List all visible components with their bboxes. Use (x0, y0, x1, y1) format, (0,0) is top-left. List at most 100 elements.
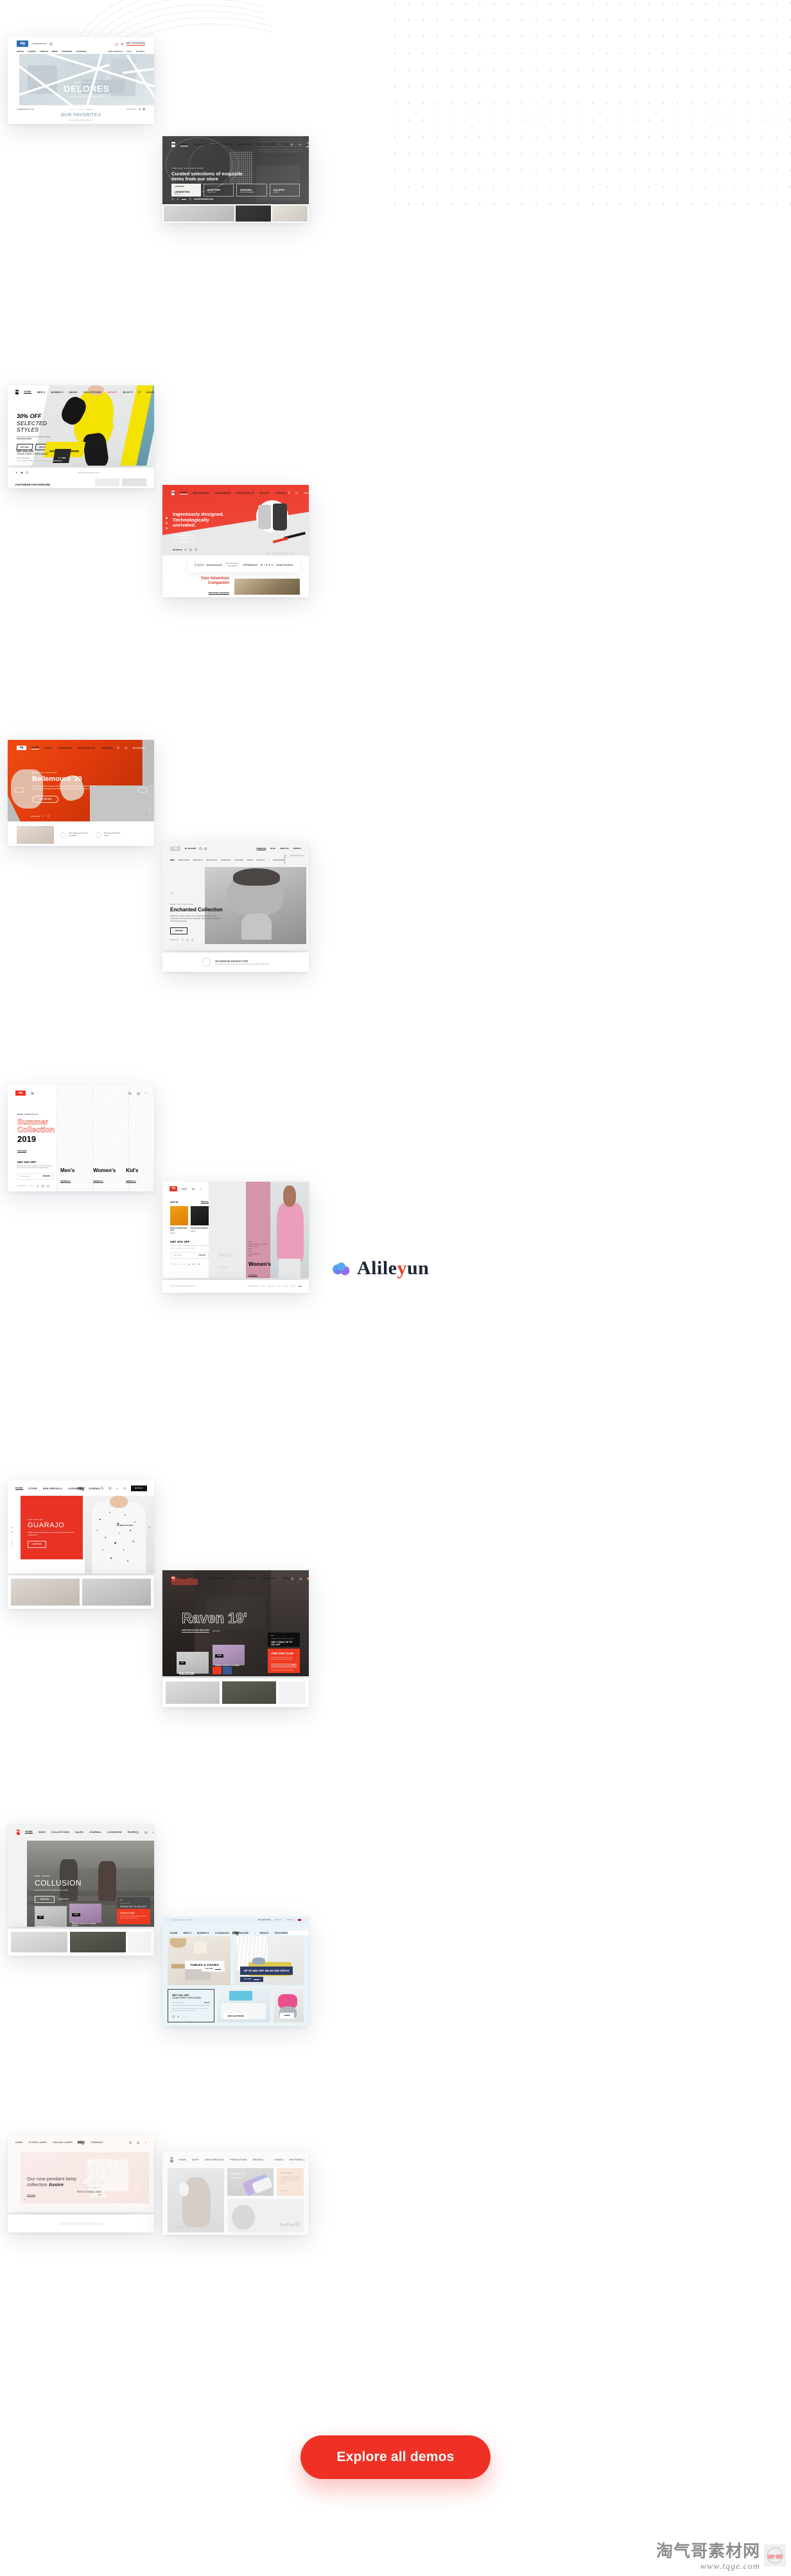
nav-item[interactable]: NEW ARRIVALS (205, 2159, 224, 2161)
nav-item[interactable]: WOMEN'S (197, 1932, 209, 1934)
demo-card-sports-footer[interactable]: Official Rey Sportswear Store FOOTWEAR F… (8, 468, 154, 488)
showroom-directions-link[interactable]: SHOWROOM DIRECTIONS (194, 198, 213, 200)
topbar-about[interactable]: ABOUT US (275, 1920, 282, 1921)
product-card[interactable]: Cut and sew sweatshirt £26.00 (191, 1206, 209, 1234)
product-card[interactable]: WOMEN Reliable outwear for unreliable we… (69, 1904, 101, 1927)
nav-item[interactable]: DISCOVER US (236, 492, 254, 495)
instagram-icon[interactable] (41, 1185, 44, 1187)
nav-item[interactable]: SOFAS (17, 50, 24, 53)
nav-item[interactable]: JOURNAL (89, 1487, 101, 1490)
nav-item-account[interactable]: ACCOUNT (304, 492, 309, 495)
women-link[interactable]: BROWSE ALL (248, 1275, 258, 1277)
lookbook-tile[interactable] (11, 1579, 80, 1606)
demo-card-raven[interactable]: rey HOME SHOP COLLECTIONS SALES JOURNAL … (162, 1570, 309, 1676)
explore-button[interactable]: EXPLORE (170, 927, 188, 934)
cart-icon[interactable] (299, 1577, 302, 1581)
nav-item[interactable]: PENDANTS (193, 859, 202, 861)
nav-item[interactable]: WOMEN'S (51, 391, 63, 394)
nav-item[interactable]: LOOKBOOK (215, 1932, 230, 1934)
facebook-icon[interactable] (42, 815, 45, 818)
nav-item[interactable]: HOME (178, 2159, 186, 2161)
tile-beds[interactable]: BEDS & MATTRESSES (217, 1989, 270, 2022)
nav-item-homepage[interactable]: HOMEPAGE (256, 848, 266, 850)
search-icon[interactable] (199, 847, 202, 850)
nav-item[interactable]: SALES (75, 1831, 83, 1834)
nav-item-new-arrivals[interactable]: NEW ARRIVALS (109, 50, 123, 53)
cart-icon[interactable] (109, 1487, 112, 1490)
slide-number[interactable]: 03 (148, 1550, 150, 1552)
logo[interactable]: rey (171, 1576, 175, 1581)
nav-item[interactable]: COLLECTIONS (206, 1577, 224, 1580)
shop-all-link[interactable]: SHOP ALL (201, 1201, 209, 1204)
tile-iphone[interactable]: iPhone XR PREORDER NOW (227, 2168, 274, 2196)
demo-card-bellemount[interactable]: rey HOME SHOP LOOKBOOK DISCOVER US JOURN… (8, 740, 154, 846)
cart-icon[interactable] (115, 42, 118, 46)
nav-item[interactable]: DEMOS (269, 2158, 283, 2161)
flag-icon[interactable] (298, 1918, 301, 1922)
facebook-icon[interactable] (177, 198, 179, 200)
banner-sofas[interactable]: UP TO 40% OFF SELECTED SOFAS DISCOVER (234, 1936, 304, 1985)
signup-button[interactable]: JOIN NOW (198, 1255, 205, 1256)
nav-item[interactable]: COLLECTIONS (83, 391, 101, 394)
tile-image[interactable] (164, 206, 234, 222)
club-card[interactable]: JOIN OUR CLUB & be the first to know abo… (268, 1649, 300, 1673)
demo-card-tables-chairs[interactable]: * Free delivery for orders over $100 CAL… (162, 1917, 309, 2026)
cart-icon[interactable] (125, 746, 128, 749)
slider-dot[interactable] (24, 2198, 26, 2200)
nav-item[interactable]: SHOP (192, 2159, 199, 2161)
product-tile[interactable] (11, 1932, 67, 1952)
nav-item[interactable]: HOME (15, 1487, 23, 1490)
signup-button[interactable]: SIGN UP (204, 2002, 210, 2004)
nav-item[interactable]: LIGHTING (76, 50, 86, 53)
nav-item[interactable]: HOME (180, 1577, 187, 1580)
slider-dot[interactable] (166, 527, 168, 529)
nav-item[interactable]: MEN'S (37, 391, 45, 394)
search-icon[interactable] (290, 143, 293, 146)
nav-item[interactable]: NEW ARRIVALS (43, 1487, 62, 1490)
topbar-support[interactable]: SUPPORT (286, 1920, 293, 1921)
demo-card-delores[interactable]: rey +44 589 58 58 00 GET CATALOGUE SOFAS… (8, 37, 154, 124)
search-icon[interactable] (302, 2158, 306, 2162)
nav-item[interactable]: HOME (170, 1932, 178, 1934)
logo[interactable]: rey (15, 390, 19, 394)
nav-item[interactable]: BLOG (123, 391, 130, 394)
cart-icon[interactable] (138, 390, 141, 394)
shop-now-link[interactable]: SHOP NOW (17, 1150, 27, 1153)
request-call-link[interactable]: REQUEST A CALL (306, 145, 309, 147)
facebook-icon[interactable] (139, 108, 141, 110)
nav-item[interactable]: BACKPACKS (193, 492, 209, 495)
explore-all-demos-button[interactable]: Explore all demos (300, 2435, 491, 2479)
signup-button[interactable]: SIGN UP (55, 457, 62, 459)
slide-number[interactable]: 01 (148, 1527, 150, 1529)
product-name[interactable]: Rizzo Ceiling Lamp (77, 2190, 101, 2193)
nav-item[interactable]: SHOES (69, 391, 78, 394)
slider-next-arrow[interactable] (137, 787, 148, 793)
menu-icon[interactable] (31, 1092, 34, 1095)
shop-now-link[interactable]: SHOP NOW (27, 2195, 36, 2197)
tile-gift-card[interactable]: GIFT CARD Depending on your budget, you … (276, 2168, 304, 2196)
nav-item-journal[interactable]: JOURNAL (135, 50, 145, 53)
logo[interactable]: rey (171, 491, 175, 495)
nav-item-outlet[interactable]: OUTLET (107, 391, 117, 394)
account-icon[interactable] (121, 42, 124, 46)
signup-email-input[interactable] (173, 1254, 198, 1256)
nav-item-account[interactable]: ACCOUNT (133, 747, 145, 749)
search-input[interactable] (288, 1931, 309, 1935)
nav-item[interactable]: HOME (180, 491, 187, 495)
demo-card-collusion[interactable]: rey HOME SHOP COLLECTIONS SALES JOURNAL … (8, 1824, 154, 1927)
nav-item[interactable]: DISCOVER US (215, 143, 232, 146)
nav-item[interactable]: ANKLETS (257, 859, 265, 861)
slider-dot[interactable] (144, 2198, 146, 2200)
nav-item[interactable]: JOURNAL (244, 1577, 256, 1580)
nav-item[interactable]: BRACELETS (207, 859, 218, 861)
club-email-input[interactable] (273, 1665, 292, 1667)
pinterest-icon[interactable] (195, 548, 198, 551)
nav-item[interactable]: BRANDS (253, 2159, 264, 2161)
facebook-icon[interactable] (15, 471, 18, 474)
search-icon[interactable] (136, 1830, 139, 1834)
logo[interactable]: rey (232, 1930, 239, 1936)
watch-clip-button[interactable]: WATCH CLIP (59, 1898, 69, 1900)
nav-item[interactable]: EARRINGS (221, 859, 230, 861)
nav-item[interactable]: HOME (31, 746, 39, 749)
nav-item[interactable]: JOURNAL (89, 1831, 101, 1834)
